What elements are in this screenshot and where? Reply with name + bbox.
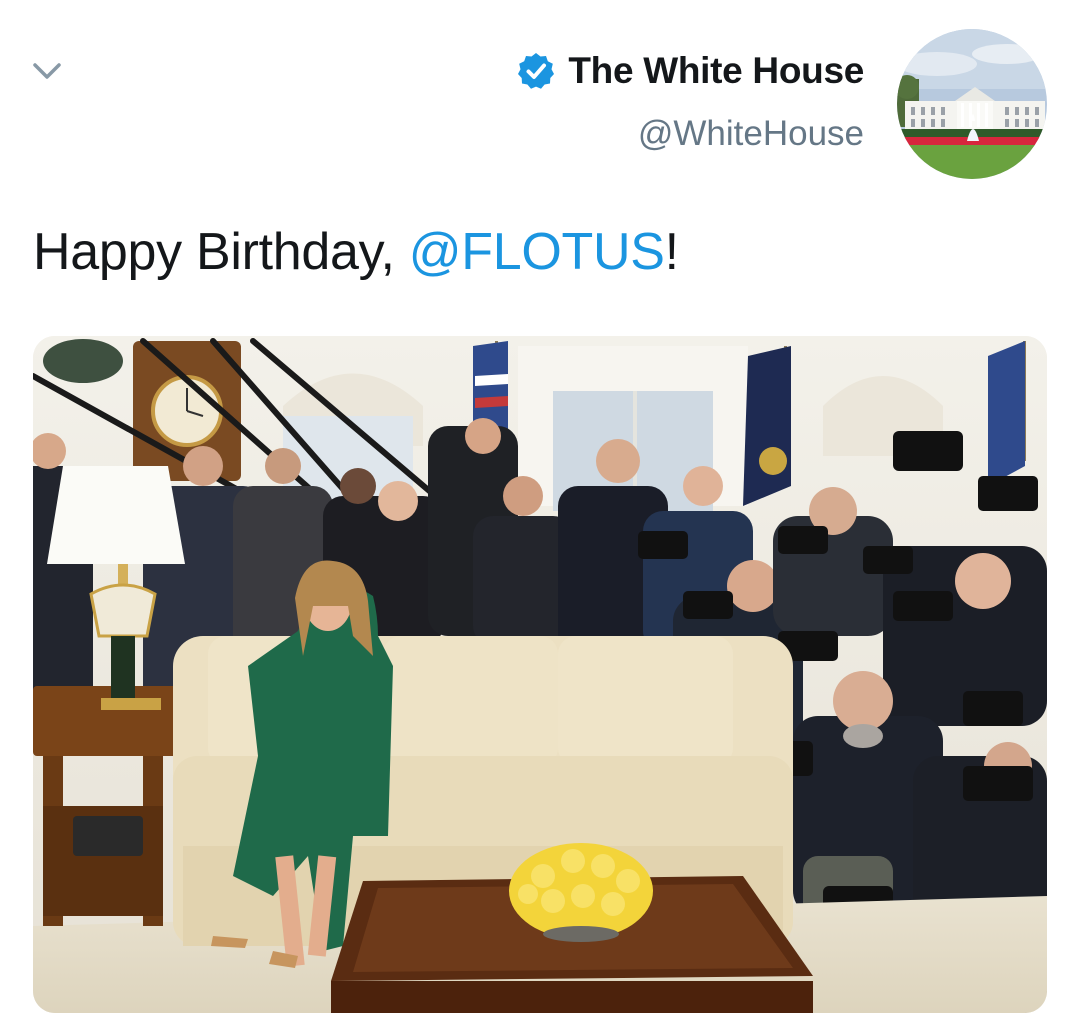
tweet-text-prefix: Happy Birthday, <box>33 223 409 281</box>
verified-badge-icon <box>516 51 556 91</box>
avatar[interactable] <box>897 29 1047 179</box>
mention-link[interactable]: @FLOTUS <box>409 223 665 281</box>
white-house-avatar-icon <box>897 29 1047 179</box>
tweet-text: Happy Birthday, @FLOTUS! <box>33 222 679 282</box>
chevron-down-icon[interactable] <box>30 56 64 86</box>
author-handle[interactable]: @WhiteHouse <box>516 114 864 154</box>
oval-office-photo-icon <box>33 336 1047 1013</box>
tweet-photo[interactable] <box>33 336 1047 1013</box>
tweet-text-suffix: ! <box>664 223 679 281</box>
tweet-author-header[interactable]: The White House @WhiteHouse <box>516 48 864 154</box>
author-name-row: The White House <box>516 48 864 94</box>
author-display-name[interactable]: The White House <box>568 50 864 92</box>
